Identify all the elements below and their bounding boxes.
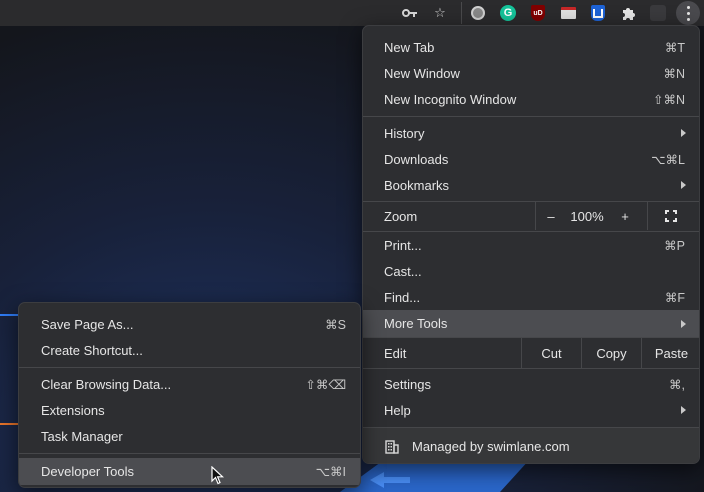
menu-item-label: Find... bbox=[384, 289, 421, 305]
submenu-arrow-icon bbox=[681, 406, 686, 414]
menu-item-find[interactable]: Find... ⌘F bbox=[363, 284, 699, 310]
menu-item-save-page-as[interactable]: Save Page As... ⌘S bbox=[19, 311, 360, 337]
menu-item-more-tools[interactable]: More Tools bbox=[363, 310, 699, 337]
menu-item-settings[interactable]: Settings ⌘, bbox=[363, 371, 699, 397]
menu-item-label: New Tab bbox=[384, 39, 435, 55]
paste-label: Paste bbox=[654, 345, 689, 361]
grammarly-icon[interactable]: G bbox=[498, 3, 518, 23]
menu-item-label: New Window bbox=[384, 65, 460, 81]
menu-item-label: Help bbox=[384, 402, 411, 418]
paste-button[interactable]: Paste bbox=[641, 338, 699, 368]
menu-divider bbox=[19, 453, 360, 454]
menu-item-label: Extensions bbox=[41, 402, 105, 418]
menu-item-print[interactable]: Print... ⌘P bbox=[363, 232, 699, 258]
managed-by-info[interactable]: Managed by swimlane.com bbox=[363, 428, 699, 463]
puzzle-icon[interactable] bbox=[618, 3, 638, 23]
menu-item-extensions[interactable]: Extensions bbox=[19, 397, 360, 423]
menu-item-label: More Tools bbox=[384, 316, 448, 331]
menu-item-task-manager[interactable]: Task Manager bbox=[19, 423, 360, 449]
menu-item-label: Task Manager bbox=[41, 428, 123, 444]
more-tools-submenu: Save Page As... ⌘S Create Shortcut... Cl… bbox=[18, 302, 361, 488]
menu-item-shortcut: ⌘T bbox=[664, 40, 685, 55]
key-icon[interactable] bbox=[400, 3, 420, 23]
zoom-level: 100% bbox=[570, 208, 604, 224]
ublock-icon[interactable]: uD bbox=[528, 3, 548, 23]
submenu-arrow-icon bbox=[681, 129, 686, 137]
mouse-cursor-icon bbox=[211, 466, 225, 485]
managed-by-label: Managed by swimlane.com bbox=[412, 439, 570, 454]
cut-label: Cut bbox=[541, 345, 562, 361]
menu-item-zoom: Zoom – 100% + bbox=[363, 202, 699, 230]
submenu-arrow-icon bbox=[681, 319, 686, 328]
menu-item-label: Settings bbox=[384, 376, 431, 392]
profile-avatar[interactable] bbox=[648, 3, 668, 23]
menu-item-label: Save Page As... bbox=[41, 316, 134, 332]
menu-item-label: New Incognito Window bbox=[384, 91, 517, 107]
kebab-menu-icon[interactable] bbox=[676, 1, 700, 25]
chrome-main-menu: New Tab ⌘T New Window ⌘N New Incognito W… bbox=[362, 25, 700, 464]
menu-item-label: Cast... bbox=[384, 263, 422, 279]
menu-item-label: Developer Tools bbox=[41, 464, 134, 479]
menu-item-create-shortcut[interactable]: Create Shortcut... bbox=[19, 337, 360, 363]
copy-button[interactable]: Copy bbox=[581, 338, 641, 368]
menu-item-shortcut: ⌘F bbox=[664, 290, 685, 305]
extension-circle-icon[interactable] bbox=[468, 3, 488, 23]
menu-item-clear-browsing-data[interactable]: Clear Browsing Data... ⇧⌘⌫ bbox=[19, 371, 360, 397]
menu-item-new-tab[interactable]: New Tab ⌘T bbox=[363, 34, 699, 60]
extension-window-icon[interactable] bbox=[558, 3, 578, 23]
menu-item-label: Bookmarks bbox=[384, 177, 450, 193]
menu-item-shortcut: ⌥⌘I bbox=[315, 465, 346, 479]
menu-item-shortcut: ⌘P bbox=[664, 238, 685, 253]
browser-toolbar: ☆ G uD bbox=[0, 0, 704, 26]
menu-item-new-incognito-window[interactable]: New Incognito Window ⇧⌘N bbox=[363, 86, 699, 112]
building-icon bbox=[385, 439, 399, 454]
zoom-divider bbox=[647, 202, 648, 230]
menu-item-shortcut: ⇧⌘⌫ bbox=[305, 377, 346, 392]
menu-divider bbox=[19, 367, 360, 368]
menu-item-shortcut: ⌘N bbox=[663, 66, 685, 81]
menu-item-shortcut: ⇧⌘N bbox=[652, 92, 685, 107]
menu-divider bbox=[363, 368, 699, 369]
menu-item-help[interactable]: Help bbox=[363, 397, 699, 423]
toolbar-separator bbox=[461, 2, 462, 24]
menu-item-bookmarks[interactable]: Bookmarks bbox=[363, 172, 699, 198]
menu-item-label: Print... bbox=[384, 237, 422, 253]
menu-item-history[interactable]: History bbox=[363, 120, 699, 146]
menu-item-edit: Edit Cut Copy Paste bbox=[363, 338, 699, 368]
menu-item-label: Clear Browsing Data... bbox=[41, 376, 172, 392]
menu-item-cast[interactable]: Cast... bbox=[363, 258, 699, 284]
arrow-left-icon bbox=[370, 472, 410, 488]
zoom-in-button[interactable]: + bbox=[613, 209, 637, 224]
menu-item-label: Zoom bbox=[384, 208, 418, 224]
menu-item-label: Edit bbox=[384, 345, 407, 361]
bookmark-star-icon[interactable]: ☆ bbox=[430, 3, 450, 23]
cut-button[interactable]: Cut bbox=[521, 338, 581, 368]
menu-item-downloads[interactable]: Downloads ⌥⌘L bbox=[363, 146, 699, 172]
menu-item-developer-tools[interactable]: Developer Tools ⌥⌘I bbox=[19, 458, 360, 485]
menu-item-shortcut: ⌘S bbox=[325, 317, 346, 332]
extension-shield-icon[interactable] bbox=[588, 3, 608, 23]
fullscreen-icon[interactable] bbox=[665, 210, 677, 222]
copy-label: Copy bbox=[596, 345, 627, 361]
zoom-out-button[interactable]: – bbox=[539, 209, 563, 224]
menu-item-new-window[interactable]: New Window ⌘N bbox=[363, 60, 699, 86]
menu-item-label: Create Shortcut... bbox=[41, 342, 143, 358]
menu-item-shortcut: ⌘, bbox=[669, 377, 685, 392]
menu-item-label: History bbox=[384, 125, 425, 141]
decorative-orange-line bbox=[0, 423, 20, 425]
menu-divider bbox=[363, 116, 699, 117]
zoom-divider bbox=[535, 202, 536, 230]
menu-item-shortcut: ⌥⌘L bbox=[651, 152, 685, 167]
menu-item-label: Downloads bbox=[384, 151, 449, 167]
submenu-arrow-icon bbox=[681, 181, 686, 189]
